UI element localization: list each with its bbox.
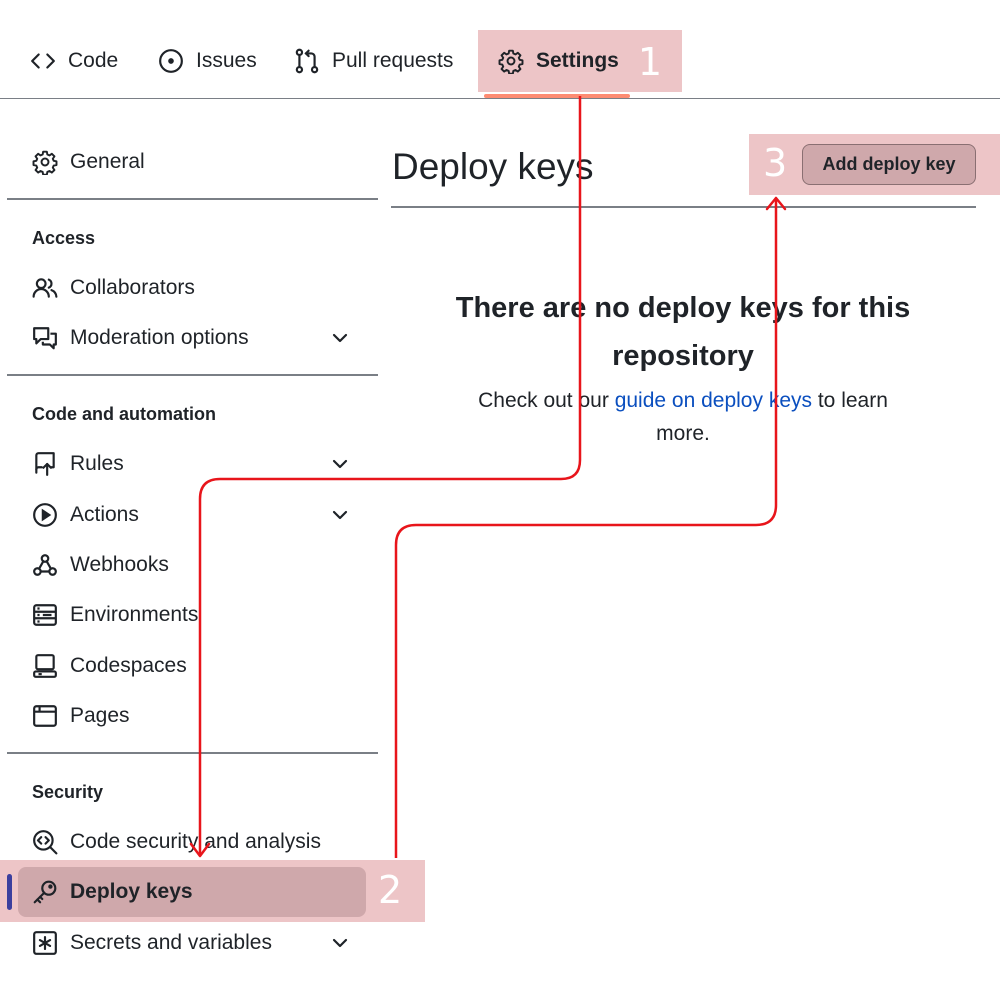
- server-icon: [32, 602, 58, 628]
- selected-item-indicator: [7, 874, 12, 910]
- chevron-down-icon[interactable]: [330, 454, 350, 474]
- settings-sidebar: General Access Collaborators Moderation …: [0, 100, 425, 1000]
- sidebar-heading-code-and-automation: Code and automation: [32, 404, 216, 424]
- sidebar-item-codespaces[interactable]: Codespaces: [32, 646, 362, 686]
- sidebar-item-label: Secrets and variables: [70, 931, 272, 954]
- chevron-down-icon[interactable]: [330, 505, 350, 525]
- gear-icon: [32, 149, 58, 175]
- sidebar-item-environments[interactable]: Environments: [32, 595, 362, 635]
- people-icon: [32, 275, 58, 301]
- sidebar-item-label: Code security and analysis: [70, 830, 321, 853]
- sidebar-item-label: General: [70, 150, 145, 173]
- tab-issues-label: Issues: [196, 49, 257, 72]
- tab-code-label: Code: [68, 49, 119, 72]
- repo-push-icon: [32, 451, 58, 477]
- callout-highlight-2: Deploy keys 2: [0, 860, 425, 922]
- tab-settings[interactable]: Settings 1: [478, 30, 682, 92]
- page-title: Deploy keys: [392, 146, 594, 187]
- sidebar-item-moderation-options[interactable]: Moderation options: [32, 318, 362, 358]
- gear-icon: [498, 48, 524, 74]
- codescan-icon: [32, 829, 58, 855]
- issue-opened-icon: [158, 48, 184, 74]
- sidebar-item-code-security-and-analysis[interactable]: Code security and analysis: [32, 822, 362, 862]
- codespaces-icon: [32, 653, 58, 679]
- comment-discussion-icon: [32, 325, 58, 351]
- sidebar-divider: [7, 374, 378, 376]
- sidebar-item-actions[interactable]: Actions: [32, 495, 362, 535]
- selected-tab-underline: [484, 94, 630, 98]
- sidebar-item-label: Actions: [70, 503, 139, 526]
- sidebar-item-label: Deploy keys: [70, 880, 193, 903]
- sidebar-item-general[interactable]: General: [32, 142, 362, 182]
- sidebar-item-pages[interactable]: Pages: [32, 696, 362, 736]
- callout-number-1: 1: [637, 40, 662, 84]
- title-divider: [391, 206, 976, 208]
- sidebar-item-rules[interactable]: Rules: [32, 444, 362, 484]
- chevron-down-icon[interactable]: [330, 328, 350, 348]
- sidebar-item-label: Moderation options: [70, 326, 249, 349]
- sidebar-item-label: Webhooks: [70, 553, 169, 576]
- tab-pull-requests-label: Pull requests: [332, 49, 454, 72]
- add-deploy-key-button[interactable]: Add deploy key: [802, 144, 976, 185]
- sidebar-heading-security: Security: [32, 782, 104, 802]
- sidebar-divider: [7, 198, 378, 200]
- tab-settings-label: Settings: [536, 49, 619, 72]
- sidebar-item-label: Rules: [70, 452, 124, 475]
- callout-number-3: 3: [763, 141, 788, 185]
- callout-highlight-3: 3 Add deploy key: [749, 134, 1000, 195]
- sidebar-item-label: Codespaces: [70, 654, 187, 677]
- key-icon: [32, 879, 58, 905]
- callout-number-2: 2: [378, 868, 403, 912]
- code-icon: [30, 48, 56, 74]
- sidebar-item-label: Environments: [70, 603, 199, 626]
- repo-nav: Code Issues Pull requests Settings 1: [0, 0, 1000, 99]
- webhook-icon: [32, 552, 58, 578]
- sidebar-divider: [7, 752, 378, 754]
- sidebar-item-secrets-and-variables[interactable]: Secrets and variables: [32, 923, 362, 963]
- tab-issues[interactable]: Issues: [158, 30, 257, 92]
- git-pull-request-icon: [294, 48, 320, 74]
- sidebar-item-webhooks[interactable]: Webhooks: [32, 545, 362, 585]
- tab-code[interactable]: Code: [30, 30, 118, 92]
- empty-state-title: There are no deploy keys for this reposi…: [455, 292, 911, 372]
- browser-icon: [32, 703, 58, 729]
- sidebar-heading-access: Access: [32, 228, 96, 248]
- sidebar-item-label: Pages: [70, 704, 130, 727]
- deploy-keys-guide-link[interactable]: guide on deploy keys: [615, 389, 812, 412]
- sidebar-item-collaborators[interactable]: Collaborators: [32, 268, 362, 308]
- play-icon: [32, 502, 58, 528]
- sidebar-item-deploy-keys[interactable]: Deploy keys: [32, 872, 362, 912]
- sidebar-item-label: Collaborators: [70, 276, 195, 299]
- key-asterisk-icon: [32, 930, 58, 956]
- tab-pull-requests[interactable]: Pull requests: [294, 30, 453, 92]
- chevron-down-icon[interactable]: [330, 933, 350, 953]
- empty-state-description: Check out our guide on deploy keys to le…: [460, 384, 906, 450]
- empty-state-text: Check out our: [478, 389, 609, 412]
